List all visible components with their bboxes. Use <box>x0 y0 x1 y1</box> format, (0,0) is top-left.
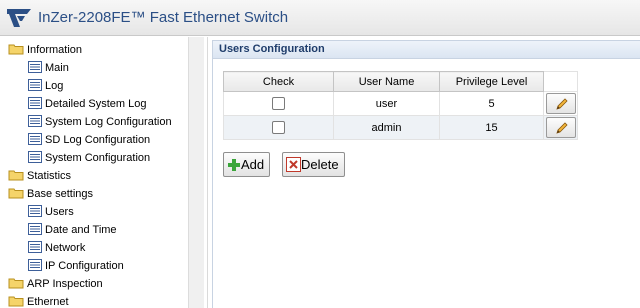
page-icon <box>28 133 42 146</box>
table-row: admin 15 <box>223 115 578 140</box>
sidebar-item-ethernet[interactable]: Ethernet <box>8 293 69 308</box>
page-icon <box>28 61 42 74</box>
user-name-cell: user <box>333 91 440 116</box>
page-icon <box>28 259 42 272</box>
privilege-level-cell: 5 <box>439 91 544 116</box>
table-row: user 5 <box>223 91 578 116</box>
row-select-cell <box>223 91 334 116</box>
main-content: Users Configuration Check User Name Priv… <box>207 37 640 308</box>
plus-icon <box>228 158 240 171</box>
folder-icon <box>8 170 24 181</box>
sidebar-item-main[interactable]: Main <box>28 59 69 77</box>
row-select-cell <box>223 115 334 140</box>
app-header: InZer-2208FE™ Fast Ethernet Switch <box>0 0 640 36</box>
users-panel: Check User Name Privilege Level user 5 a… <box>212 59 640 308</box>
sidebar-item-system-configuration[interactable]: System Configuration <box>28 149 150 167</box>
edit-button[interactable] <box>545 93 576 114</box>
page-icon <box>28 205 42 218</box>
sidebar-item-ip-configuration[interactable]: IP Configuration <box>28 257 124 275</box>
table-header-row: Check User Name Privilege Level <box>223 71 578 92</box>
column-header-check: Check <box>223 71 334 92</box>
page-icon <box>28 79 42 92</box>
folder-icon <box>8 44 24 55</box>
sidebar-item-sd-log-configuration[interactable]: SD Log Configuration <box>28 131 150 149</box>
page-icon <box>28 97 42 110</box>
folder-icon <box>8 188 24 199</box>
page-icon <box>28 151 42 164</box>
sidebar-scrollbar[interactable] <box>188 37 204 308</box>
sidebar-item-arp-inspection[interactable]: ARP Inspection <box>8 275 103 293</box>
sidebar-item-information[interactable]: Information <box>8 41 82 59</box>
sidebar-item-log[interactable]: Log <box>28 77 63 95</box>
logo-icon <box>7 9 31 27</box>
page-icon <box>28 115 42 128</box>
row-action-cell <box>543 91 578 116</box>
edit-button[interactable] <box>545 117 576 138</box>
page-icon <box>28 223 42 236</box>
folder-icon <box>8 296 24 307</box>
sidebar-item-system-log-configuration[interactable]: System Log Configuration <box>28 113 172 131</box>
sidebar-item-detailed-system-log[interactable]: Detailed System Log <box>28 95 147 113</box>
page-icon <box>28 241 42 254</box>
user-name-cell: admin <box>333 115 440 140</box>
row-checkbox[interactable] <box>272 121 285 134</box>
pencil-icon <box>555 122 568 134</box>
users-table: Check User Name Privilege Level user 5 a… <box>223 71 578 140</box>
sidebar-item-statistics[interactable]: Statistics <box>8 167 71 185</box>
sidebar-item-base-settings[interactable]: Base settings <box>8 185 93 203</box>
sidebar-tree: Information Main Log Detailed System Log… <box>0 37 204 308</box>
sidebar-item-network[interactable]: Network <box>28 239 85 257</box>
row-checkbox[interactable] <box>272 97 285 110</box>
privilege-level-cell: 15 <box>439 115 544 140</box>
pencil-icon <box>555 98 568 110</box>
panel-title: Users Configuration <box>212 40 640 59</box>
app-title: InZer-2208FE™ Fast Ethernet Switch <box>38 9 289 26</box>
folder-icon <box>8 278 24 289</box>
column-header-user-name: User Name <box>333 71 440 92</box>
sidebar-item-users[interactable]: Users <box>28 203 74 221</box>
sidebar-item-date-and-time[interactable]: Date and Time <box>28 221 117 239</box>
row-action-cell <box>543 115 578 140</box>
column-header-actions <box>543 71 578 92</box>
delete-button[interactable]: Delete <box>282 152 345 177</box>
column-header-privilege-level: Privilege Level <box>439 71 544 92</box>
delete-icon <box>286 157 301 173</box>
add-button[interactable]: Add <box>223 152 271 177</box>
